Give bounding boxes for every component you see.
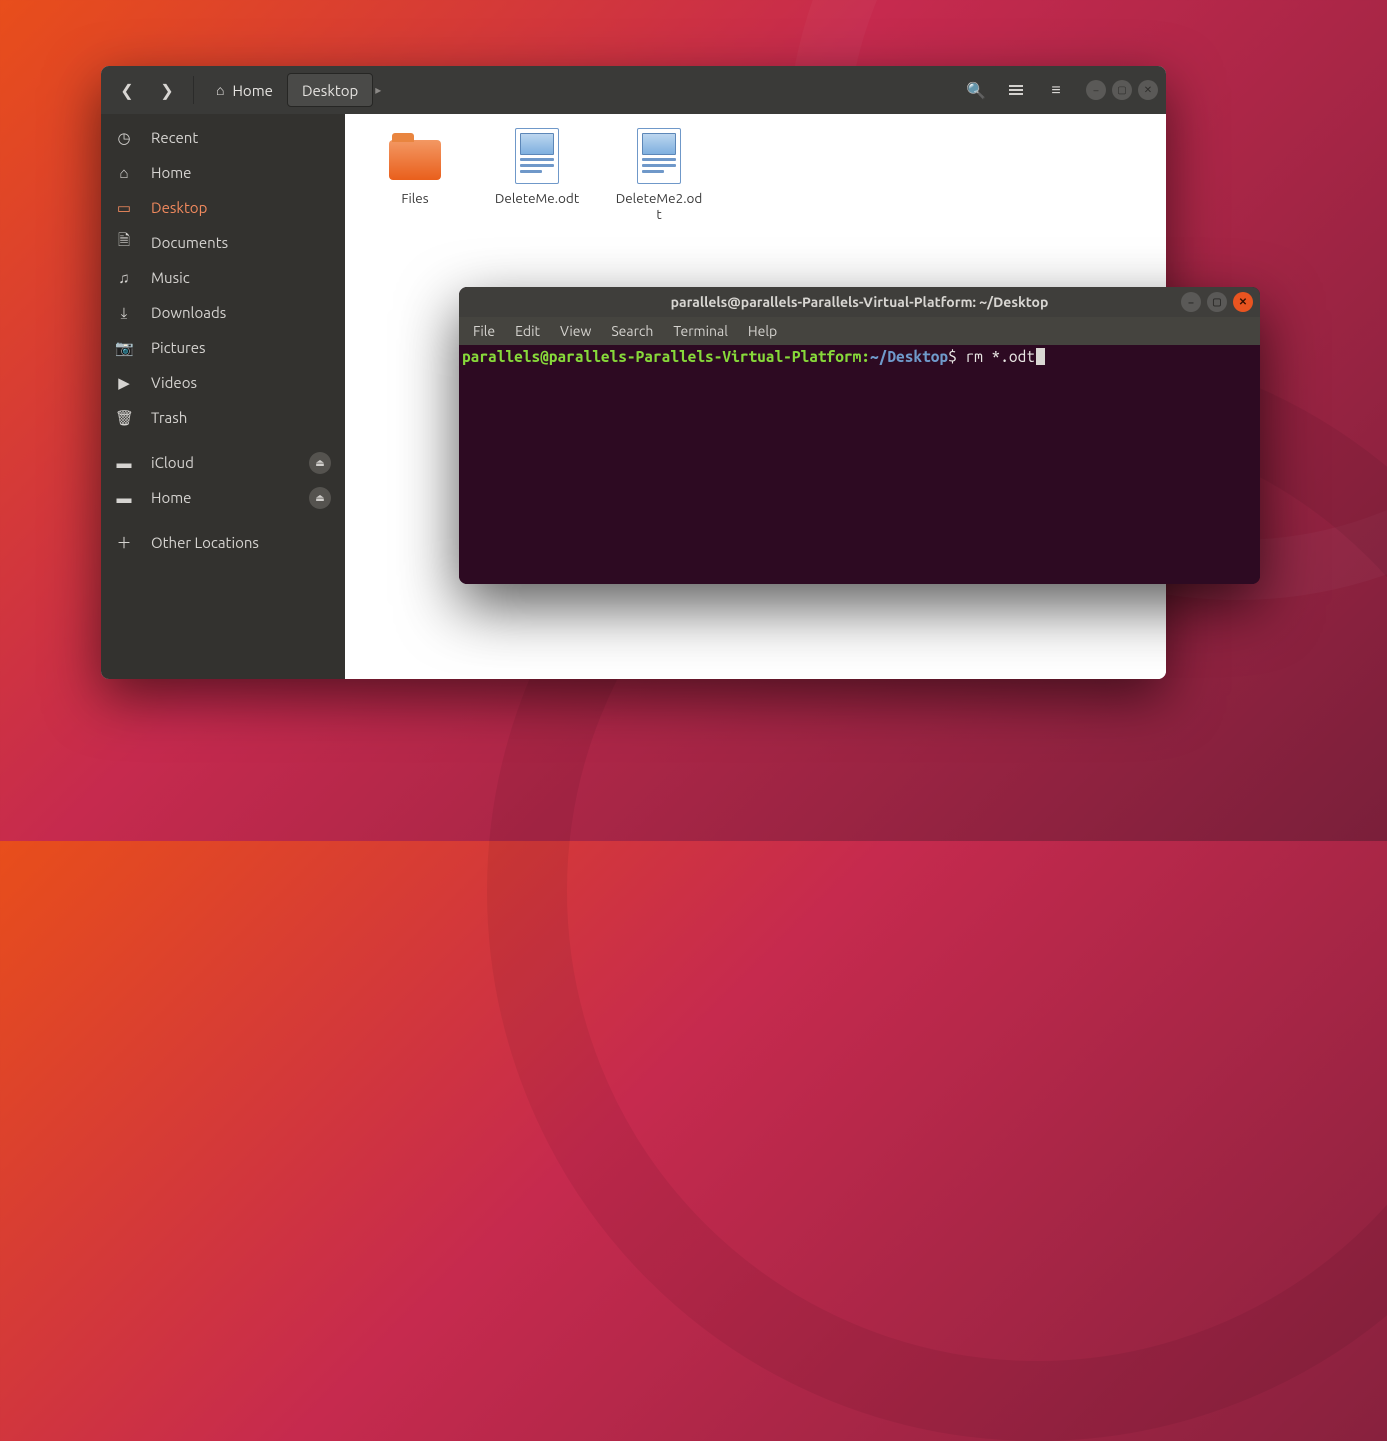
chevron-right-icon: ❯ [160,81,173,100]
term-menu-terminal[interactable]: Terminal [663,317,738,345]
terminal-title-text: parallels@parallels-Parallels-Virtual-Pl… [671,294,1049,310]
sidebar-item-label: Home [151,164,191,181]
term-menu-help[interactable]: Help [738,317,787,345]
terminal-window-controls: – ▢ ✕ [1181,292,1253,312]
cursor-icon [1036,348,1045,365]
sidebar-desktop-icon: ▭ [115,199,133,217]
sidebar-desktop[interactable]: ▭ Desktop [101,190,345,225]
minimize-button[interactable]: – [1086,80,1106,100]
prompt-dollar: $ [948,348,957,365]
sidebar-item-label: iCloud [151,454,194,471]
sidebar-pictures[interactable]: 📷 Pictures [101,330,345,365]
sidebar-item-label: Music [151,269,190,286]
sidebar-music-icon: ♫ [115,269,133,287]
terminal-body[interactable]: parallels@parallels-Parallels-Virtual-Pl… [459,345,1260,584]
sidebar-pictures-icon: 📷 [115,339,133,357]
document-icon [515,128,559,184]
close-button[interactable]: ✕ [1233,292,1253,312]
path-home-label: Home [232,82,272,99]
sidebar-item-label: Pictures [151,339,206,356]
files-icons-row: Files DeleteMe.odt DeleteMe2.odt [371,128,1140,222]
sidebar-documents[interactable]: 🗎 Documents [101,225,345,260]
path-home[interactable]: ⌂ Home [202,73,287,107]
sidebar-item-label: Videos [151,374,197,391]
sidebar-documents-icon: 🗎 [115,230,133,255]
view-toggle-button[interactable] [998,73,1034,107]
terminal-menubar: FileEditViewSearchTerminalHelp [459,317,1260,345]
term-menu-file[interactable]: File [463,317,505,345]
sidebar-downloads-icon: ⤓ [115,304,133,322]
minimize-button[interactable]: – [1181,292,1201,312]
file-label: Files [371,190,459,206]
sidebar-item-label: Trash [151,409,187,426]
files-headerbar: ❮ ❯ ⌂ Home Desktop ▸ 🔍 ≡ – ▢ [101,66,1166,114]
home-icon: ⌂ [216,82,224,98]
path-current[interactable]: Desktop [287,73,373,107]
sidebar-item-label: Documents [151,234,228,251]
nav-forward-button[interactable]: ❯ [149,73,185,107]
sidebar-item-label: Downloads [151,304,226,321]
sidebar-home-drive-icon: ▬ [115,489,133,507]
search-button[interactable]: 🔍 [958,73,994,107]
list-view-icon [1009,85,1023,95]
sidebar-home-drive[interactable]: ▬ Home ⏏ [101,480,345,515]
typed-command: rm *.odt [965,348,1034,365]
prompt-sep: : [861,348,870,365]
sidebar-recent[interactable]: ◷ Recent [101,120,345,155]
sidebar-downloads[interactable]: ⤓ Downloads [101,295,345,330]
sidebar-other-locations[interactable]: ＋ Other Locations [101,525,345,560]
maximize-button[interactable]: ▢ [1207,292,1227,312]
path-current-label: Desktop [302,82,358,99]
terminal-window: parallels@parallels-Parallels-Virtual-Pl… [459,287,1260,584]
eject-icon[interactable]: ⏏ [309,487,331,509]
file-label: DeleteMe2.odt [615,190,703,222]
item-files[interactable]: Files [371,128,459,222]
file-label: DeleteMe.odt [493,190,581,206]
folder-icon [389,140,441,180]
terminal-titlebar[interactable]: parallels@parallels-Parallels-Virtual-Pl… [459,287,1260,317]
sidebar-other-locations-icon: ＋ [115,532,133,553]
term-menu-search[interactable]: Search [601,317,663,345]
term-menu-edit[interactable]: Edit [505,317,550,345]
term-menu-view[interactable]: View [550,317,601,345]
prompt-path: ~/Desktop [870,348,948,365]
sidebar-music[interactable]: ♫ Music [101,260,345,295]
nav-back-button[interactable]: ❮ [109,73,145,107]
sidebar-home[interactable]: ⌂ Home [101,155,345,190]
sidebar-trash-icon: 🗑 [115,409,133,427]
sidebar-item-label: Recent [151,129,198,146]
sidebar-icloud[interactable]: ▬ iCloud ⏏ [101,445,345,480]
hamburger-menu-button[interactable]: ≡ [1038,73,1074,107]
eject-icon[interactable]: ⏏ [309,452,331,474]
item-deleteme2-odt[interactable]: DeleteMe2.odt [615,128,703,222]
sidebar-recent-icon: ◷ [115,129,133,147]
files-sidebar: ◷ Recent ⌂ Home ▭ Desktop 🗎 Documents ♫ Music ⤓ Dow… [101,114,345,679]
close-button[interactable]: ✕ [1138,80,1158,100]
sidebar-item-label: Desktop [151,199,207,216]
search-icon: 🔍 [966,81,986,100]
prompt-user: parallels@parallels-Parallels-Virtual-Pl… [462,348,861,365]
item-deleteme-odt[interactable]: DeleteMe.odt [493,128,581,222]
maximize-button[interactable]: ▢ [1112,80,1132,100]
chevron-left-icon: ❮ [120,81,133,100]
sidebar-videos[interactable]: ▶ Videos [101,365,345,400]
sidebar-item-label: Home [151,489,191,506]
files-window-controls: – ▢ ✕ [1086,80,1158,100]
sidebar-icloud-icon: ▬ [115,454,133,472]
sidebar-trash[interactable]: 🗑 Trash [101,400,345,435]
hamburger-icon: ≡ [1051,81,1060,100]
sidebar-videos-icon: ▶ [115,374,133,392]
document-icon [637,128,681,184]
header-separator [193,76,194,104]
sidebar-home-icon: ⌂ [115,164,133,182]
pathbar: ⌂ Home Desktop ▸ [202,73,383,107]
sidebar-item-label: Other Locations [151,534,259,551]
chevron-right-icon: ▸ [373,83,383,97]
